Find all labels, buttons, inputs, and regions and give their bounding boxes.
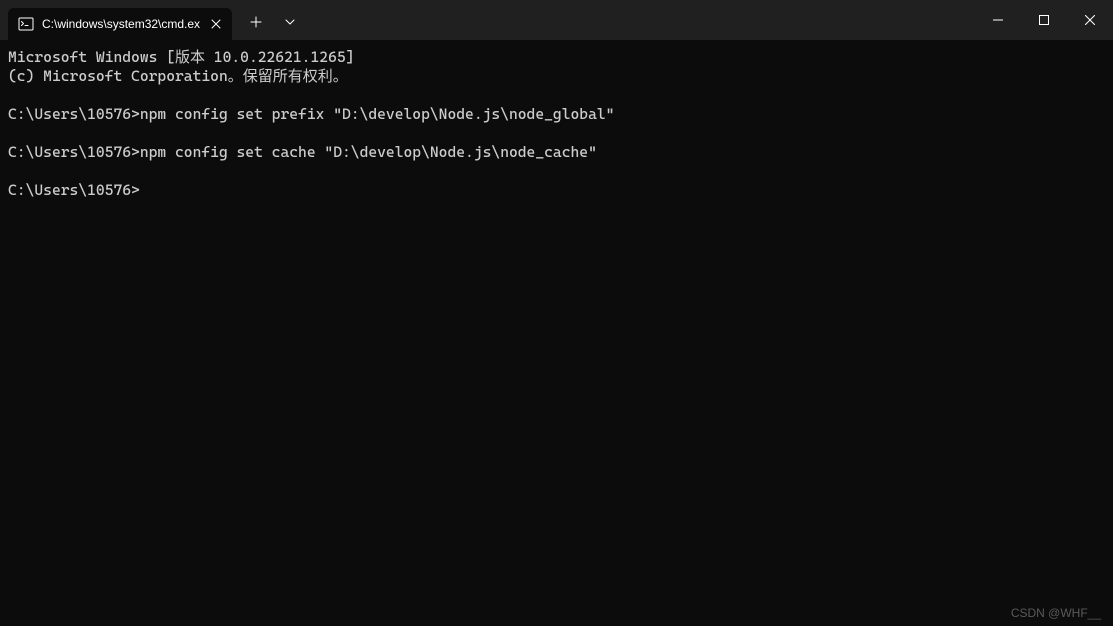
watermark: CSDN @WHF__ (1011, 606, 1101, 620)
terminal-output[interactable]: Microsoft Windows [版本 10.0.22621.1265](c… (0, 40, 1113, 208)
tab-cmd[interactable]: C:\windows\system32\cmd.ex (8, 8, 232, 40)
terminal-line: (c) Microsoft Corporation。保留所有权利。 (8, 67, 1105, 86)
tab-area: C:\windows\system32\cmd.ex (0, 0, 232, 40)
minimize-button[interactable] (975, 0, 1021, 40)
terminal-line (8, 162, 1105, 181)
maximize-button[interactable] (1021, 0, 1067, 40)
terminal-line (8, 124, 1105, 143)
titlebar: C:\windows\system32\cmd.ex (0, 0, 1113, 40)
terminal-line (8, 86, 1105, 105)
tab-title: C:\windows\system32\cmd.ex (42, 17, 200, 31)
new-tab-button[interactable] (240, 6, 272, 38)
tab-close-button[interactable] (208, 16, 224, 32)
tab-dropdown-button[interactable] (274, 6, 306, 38)
terminal-line: C:\Users\10576>npm config set cache "D:\… (8, 143, 1105, 162)
terminal-line: C:\Users\10576> (8, 181, 1105, 200)
window-controls (975, 0, 1113, 40)
terminal-line: C:\Users\10576>npm config set prefix "D:… (8, 105, 1105, 124)
cmd-icon (18, 16, 34, 32)
close-button[interactable] (1067, 0, 1113, 40)
titlebar-drag-area[interactable] (306, 0, 975, 40)
tab-actions (232, 0, 306, 40)
terminal-line: Microsoft Windows [版本 10.0.22621.1265] (8, 48, 1105, 67)
